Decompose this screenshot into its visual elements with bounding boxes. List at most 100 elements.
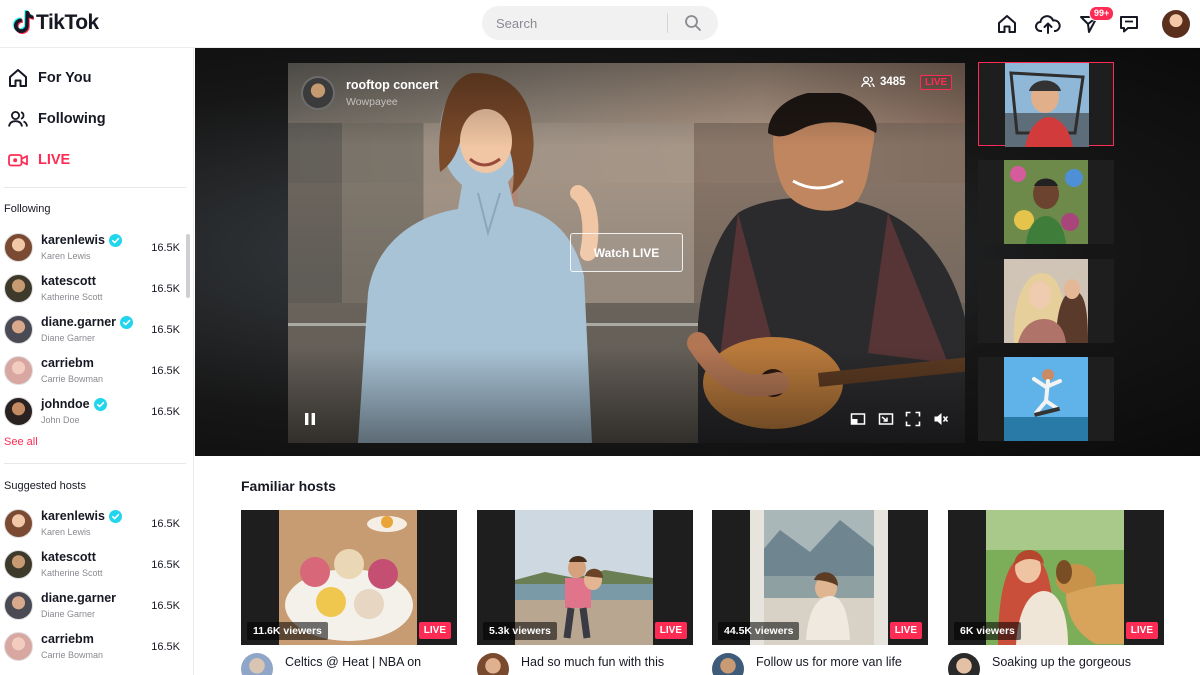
account-count: 16.5K <box>151 283 180 295</box>
host-avatar[interactable] <box>301 76 335 110</box>
following-account-karenlewis[interactable]: karenlewis Karen Lewis 16.5K <box>0 230 190 268</box>
live-badge: LIVE <box>920 75 953 90</box>
live-camera-icon <box>7 149 29 171</box>
stream-title[interactable]: rooftop concert <box>346 78 438 92</box>
suggested-account-katescott[interactable]: katescott Katherine Scott 16.5K <box>0 547 190 585</box>
search-button[interactable] <box>668 6 718 40</box>
account-display-name: Carrie Bowman <box>41 650 104 660</box>
home-icon <box>7 67 29 89</box>
familiar-host-card[interactable]: 6K viewers LIVE Soaking up the gorgeous <box>948 510 1164 675</box>
verified-badge-icon <box>108 233 122 247</box>
account-username: carriebm <box>41 356 94 370</box>
stream-thumbnail-3[interactable] <box>978 259 1114 343</box>
account-username: diane.garner <box>41 591 117 605</box>
notification-badge: 99+ <box>1089 6 1115 21</box>
top-bar: TikTok 99+ <box>0 0 1200 48</box>
avatar <box>4 315 33 344</box>
stream-thumbnail-4[interactable] <box>978 357 1114 441</box>
viewer-count-value: 3485 <box>880 76 906 88</box>
viewers-icon <box>861 76 875 88</box>
sidebar-scrollbar[interactable] <box>186 234 190 298</box>
home-icon <box>998 15 1016 33</box>
following-account-katescott[interactable]: katescott Katherine Scott 16.5K <box>0 271 190 309</box>
nav-following[interactable]: Following <box>0 101 193 137</box>
see-all-link[interactable]: See all <box>4 436 38 448</box>
card-title[interactable]: Had so much fun with this <box>521 655 693 669</box>
message-icon <box>1120 16 1138 33</box>
mute-button[interactable] <box>932 410 950 428</box>
inbox-button[interactable]: 99+ <box>1075 6 1115 38</box>
search-input[interactable] <box>482 6 667 40</box>
stream-thumbnail-2[interactable] <box>978 160 1114 244</box>
miniplayer-button[interactable] <box>849 410 867 428</box>
account-count: 16.5K <box>151 324 180 336</box>
nav-label: LIVE <box>38 152 71 168</box>
profile-avatar[interactable] <box>1162 10 1190 38</box>
familiar-host-card[interactable]: 5.3k viewers LIVE Had so much fun with t… <box>477 510 693 675</box>
card-viewer-count: 11.6K viewers <box>247 622 328 640</box>
following-account-johndoe[interactable]: johndoe John Doe 16.5K <box>0 394 190 432</box>
following-account-diane-garner[interactable]: diane.garner Diane Garner 16.5K <box>0 312 190 350</box>
avatar <box>4 591 33 620</box>
familiar-hosts-heading: Familiar hosts <box>241 478 336 494</box>
pause-button[interactable] <box>301 410 319 428</box>
live-video-player[interactable]: rooftop concert Wowpayee 3485 LIVE Watch… <box>288 63 965 443</box>
nav-for-you[interactable]: For You <box>0 60 193 96</box>
account-username: carriebm <box>41 632 94 646</box>
fullscreen-button[interactable] <box>904 410 922 428</box>
card-host-avatar[interactable] <box>241 653 273 675</box>
thumbnail-image <box>1004 259 1088 343</box>
account-count: 16.5K <box>151 406 180 418</box>
stream-thumbnail-1[interactable] <box>978 62 1114 147</box>
card-thumbnail: 44.5K viewers LIVE <box>712 510 928 645</box>
watch-live-button[interactable]: Watch LIVE <box>570 233 683 272</box>
account-display-name: Carrie Bowman <box>41 374 104 384</box>
cloud-upload-icon <box>1035 15 1061 34</box>
card-title[interactable]: Soaking up the gorgeous <box>992 655 1164 669</box>
thumbnail-image <box>1004 357 1088 441</box>
nav-live[interactable]: LIVE <box>0 142 193 178</box>
pause-icon <box>305 413 315 425</box>
account-username: katescott <box>41 274 96 288</box>
card-title[interactable]: Celtics @ Heat | NBA on <box>285 655 457 669</box>
messages-button[interactable] <box>1115 10 1143 38</box>
suggested-account-diane-garner[interactable]: diane.garner Diane Garner 16.5K <box>0 588 190 626</box>
search-bar <box>482 6 718 40</box>
card-host-avatar[interactable] <box>712 653 744 675</box>
account-count: 16.5K <box>151 242 180 254</box>
avatar <box>4 632 33 661</box>
following-heading: Following <box>4 203 51 215</box>
sidebar: For You Following LIVE Following karenle… <box>0 48 194 675</box>
suggested-account-karenlewis[interactable]: karenlewis Karen Lewis 16.5K <box>0 506 190 544</box>
account-username: diane.garner <box>41 315 134 329</box>
home-button[interactable] <box>993 10 1021 38</box>
card-viewer-count: 6K viewers <box>954 622 1021 640</box>
avatar <box>4 274 33 303</box>
users-icon <box>7 108 29 130</box>
suggested-heading: Suggested hosts <box>4 480 86 492</box>
familiar-host-card[interactable]: 11.6K viewers LIVE Celtics @ Heat | NBA … <box>241 510 457 675</box>
card-host-avatar[interactable] <box>948 653 980 675</box>
tiktok-logo[interactable]: TikTok <box>10 9 99 37</box>
account-username: katescott <box>41 550 96 564</box>
card-thumbnail: 11.6K viewers LIVE <box>241 510 457 645</box>
avatar <box>4 356 33 385</box>
picture-in-picture-button[interactable] <box>877 410 895 428</box>
card-host-avatar[interactable] <box>477 653 509 675</box>
stream-host-name[interactable]: Wowpayee <box>346 96 398 108</box>
card-live-badge: LIVE <box>418 622 451 639</box>
tiktok-logo-icon <box>13 10 34 34</box>
account-username: karenlewis <box>41 233 122 247</box>
account-display-name: Karen Lewis <box>41 251 91 261</box>
account-count: 16.5K <box>151 365 180 377</box>
thumbnail-image <box>1004 160 1088 244</box>
account-display-name: Diane Garner <box>41 609 96 619</box>
avatar <box>4 509 33 538</box>
upload-button[interactable] <box>1034 10 1062 38</box>
account-username: karenlewis <box>41 509 122 523</box>
familiar-host-card[interactable]: 44.5K viewers LIVE Follow us for more va… <box>712 510 928 675</box>
suggested-account-carriebm[interactable]: carriebm Carrie Bowman 16.5K <box>0 629 190 667</box>
search-icon <box>685 15 701 31</box>
card-title[interactable]: Follow us for more van life <box>756 655 928 669</box>
following-account-carriebm[interactable]: carriebm Carrie Bowman 16.5K <box>0 353 190 391</box>
